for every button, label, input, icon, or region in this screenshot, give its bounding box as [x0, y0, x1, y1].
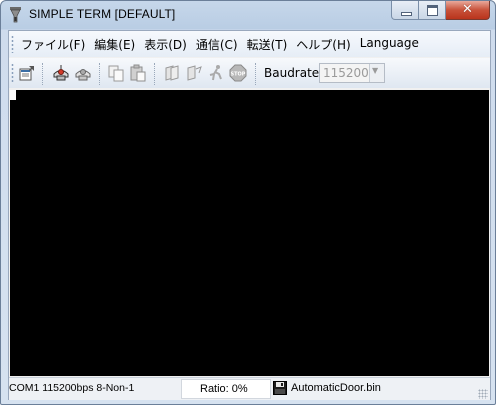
baudrate-dropdown-button[interactable]: ▼ — [369, 64, 384, 82]
send-file-icon[interactable] — [163, 64, 181, 82]
menu-language[interactable]: Language — [360, 36, 419, 53]
baudrate-value: 115200 — [323, 66, 369, 80]
terminal-screen[interactable] — [10, 90, 489, 376]
window-controls: ✕ — [391, 1, 490, 21]
menu-bar: ファイル(F) 編集(E) 表示(D) 通信(C) 転送(T) ヘルプ(H) L… — [9, 31, 490, 57]
toolbar-separator — [255, 63, 257, 85]
paste-icon[interactable] — [129, 64, 147, 82]
properties-icon[interactable] — [18, 64, 36, 82]
menu-view[interactable]: 表示(D) — [144, 36, 187, 53]
connect-icon[interactable] — [52, 64, 70, 82]
run-icon[interactable] — [207, 64, 225, 82]
chevron-down-icon: ▼ — [372, 66, 379, 75]
baudrate-select[interactable]: 115200 ▼ — [319, 63, 385, 83]
maximize-button[interactable] — [419, 1, 446, 20]
window-title: SIMPLE TERM [DEFAULT] — [29, 7, 176, 21]
baudrate-label: Baudrate — [264, 66, 320, 80]
menu-file[interactable]: ファイル(F) — [21, 36, 85, 53]
receive-file-icon[interactable] — [185, 64, 203, 82]
minimize-button[interactable] — [391, 1, 419, 20]
connection-status: COM1 115200bps 8-Non-1 — [9, 382, 135, 394]
maximize-icon — [427, 5, 438, 16]
menu-help[interactable]: ヘルプ(H) — [296, 36, 350, 53]
minimize-icon — [401, 12, 412, 16]
stop-icon[interactable]: STOP — [229, 64, 247, 82]
toolbar-separator — [154, 63, 156, 85]
ratio-panel: Ratio: 0% — [181, 379, 271, 399]
toolbar-separator — [99, 63, 101, 85]
toolbar-grip[interactable] — [11, 63, 14, 83]
status-bar: COM1 115200bps 8-Non-1 Ratio: 0% Automat… — [9, 377, 490, 400]
disconnect-icon[interactable] — [74, 64, 92, 82]
menu-edit[interactable]: 編集(E) — [94, 36, 135, 53]
menu-transfer[interactable]: 転送(T) — [247, 36, 288, 53]
copy-icon[interactable] — [107, 64, 125, 82]
close-icon: ✕ — [462, 2, 473, 17]
resize-grip[interactable] — [478, 389, 488, 399]
close-button[interactable]: ✕ — [446, 1, 490, 20]
title-bar[interactable]: SIMPLE TERM [DEFAULT] ✕ — [1, 1, 495, 29]
menu-communication[interactable]: 通信(C) — [196, 36, 238, 53]
terminal-cursor — [10, 90, 16, 100]
ratio-status: Ratio: 0% — [200, 383, 248, 395]
toolbar: STOP Baudrate 115200 ▼ — [9, 58, 490, 88]
app-window: SIMPLE TERM [DEFAULT] ✕ ファイル(F) 編集(E) 表示… — [0, 0, 496, 405]
toolbar-separator — [42, 63, 44, 85]
app-icon — [10, 7, 21, 23]
menubar-grip[interactable] — [11, 35, 14, 53]
client-area: ファイル(F) 編集(E) 表示(D) 通信(C) 転送(T) ヘルプ(H) L… — [8, 30, 491, 400]
file-name: AutomaticDoor.bin — [291, 382, 381, 394]
svg-text:STOP: STOP — [231, 72, 246, 78]
floppy-disk-icon — [273, 381, 287, 395]
